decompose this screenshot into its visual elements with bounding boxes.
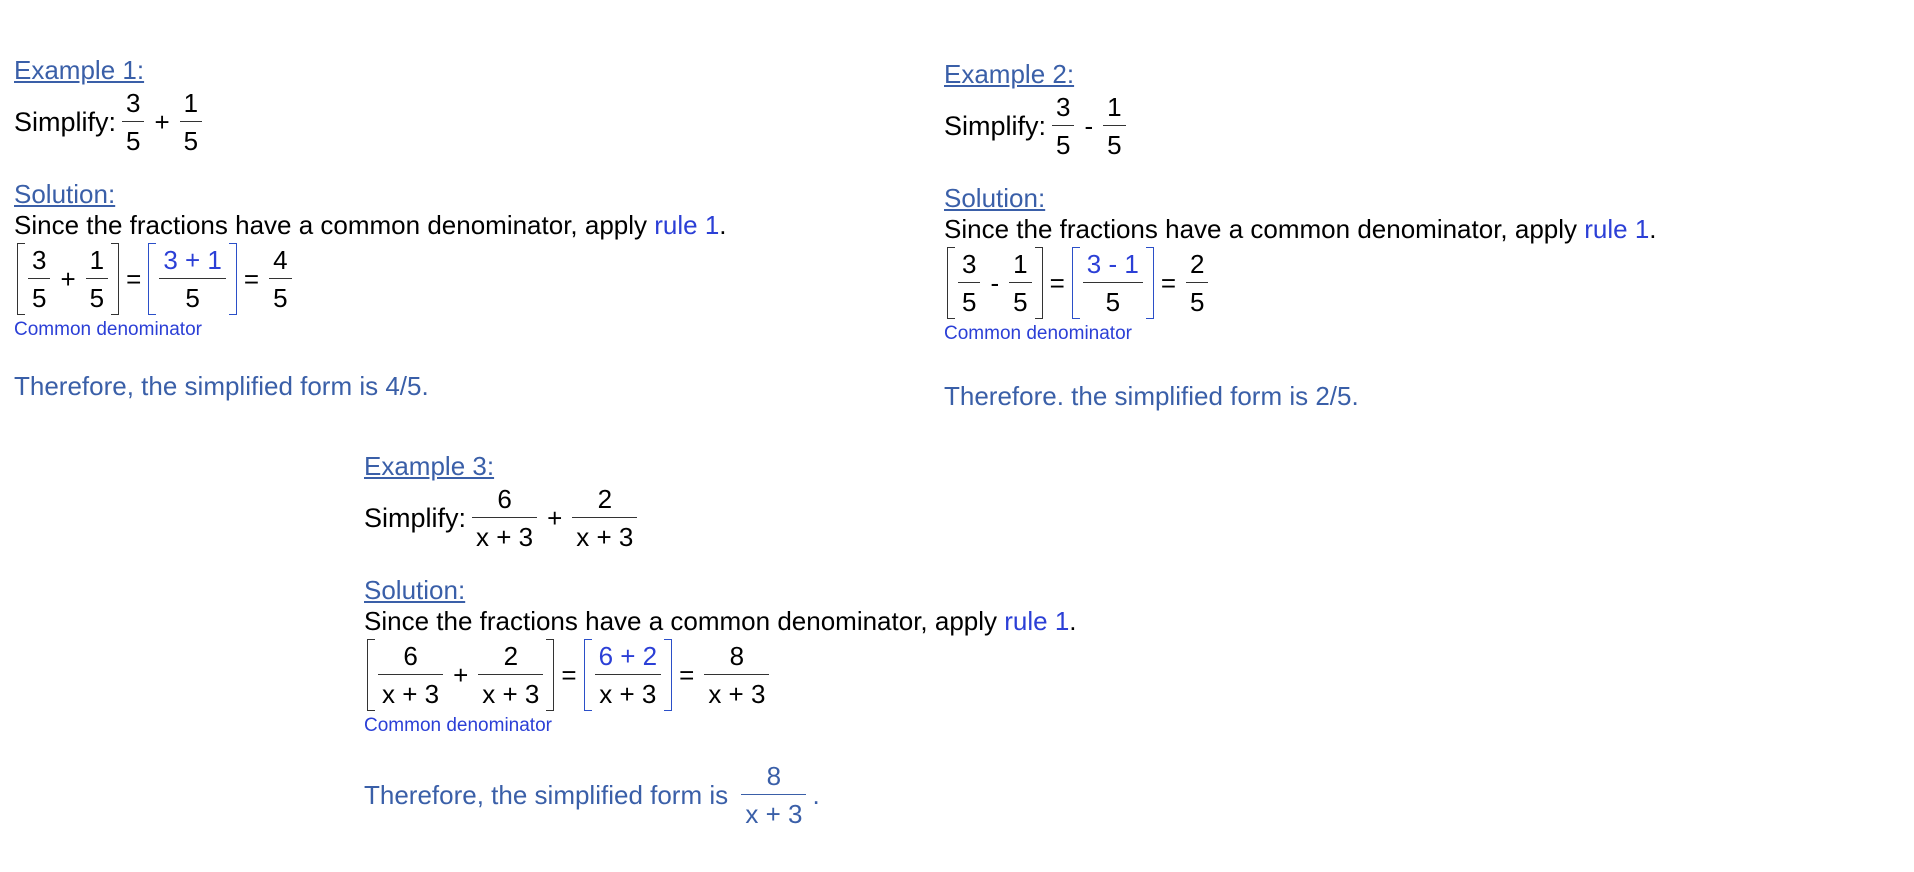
- fraction: 6x + 3: [472, 484, 538, 552]
- example-2: Example 2: Simplify: 35 - 15 Solution: S…: [944, 58, 1657, 412]
- bracket-group-highlight: 3 + 15: [148, 243, 237, 315]
- example-heading: Example 1:: [14, 55, 145, 85]
- fraction: 3 - 15: [1082, 249, 1143, 317]
- fraction: 35: [1052, 92, 1075, 160]
- fraction: 35: [958, 249, 981, 317]
- fraction: 8x + 3: [741, 761, 807, 829]
- fraction: 6x + 3: [378, 641, 444, 709]
- example-heading: Example 2:: [944, 59, 1075, 89]
- fraction: 45: [269, 245, 292, 313]
- solution-heading: Solution:: [944, 183, 1046, 213]
- example-3: Example 3: Simplify: 6x + 3 + 2x + 3 Sol…: [364, 450, 1077, 829]
- fraction: 15: [179, 88, 203, 156]
- explanation: Since the fractions have a common denomi…: [364, 606, 1077, 637]
- rule-link[interactable]: rule 1: [1584, 214, 1649, 245]
- fraction: 8x + 3: [704, 641, 770, 709]
- problem-line: Simplify: 35 - 15: [944, 92, 1657, 160]
- fraction: 15: [85, 245, 109, 313]
- rule-link[interactable]: rule 1: [654, 210, 719, 241]
- equals-sign: =: [1049, 267, 1065, 298]
- fraction: 35: [28, 245, 51, 313]
- problem-line: Simplify: 35 + 15: [14, 88, 727, 156]
- conclusion: Therefore, the simplified form is 8x + 3…: [364, 761, 820, 829]
- equals-sign: =: [1160, 267, 1177, 298]
- fraction: 25: [1186, 249, 1209, 317]
- equals-sign: =: [561, 659, 577, 690]
- bracket-group: 6x + 3 + 2x + 3: [367, 639, 555, 711]
- annotation: Common denominator: [944, 323, 1132, 344]
- bracket-group: 35 + 15: [17, 243, 120, 315]
- equals-sign: =: [126, 263, 142, 294]
- fraction: 35: [122, 88, 145, 156]
- annotation: Common denominator: [364, 715, 552, 736]
- problem-line: Simplify: 6x + 3 + 2x + 3: [364, 484, 1077, 552]
- solution-heading: Solution:: [14, 179, 116, 209]
- rule-link[interactable]: rule 1: [1004, 606, 1069, 637]
- equals-sign: =: [243, 263, 260, 294]
- operator: +: [453, 659, 469, 690]
- operator: -: [990, 267, 1000, 298]
- explanation: Since the fractions have a common denomi…: [14, 210, 727, 241]
- bracket-group-highlight: 3 - 15: [1071, 247, 1154, 319]
- fraction: 6 + 2x + 3: [594, 641, 662, 709]
- simplify-label: Simplify:: [944, 110, 1047, 141]
- fraction: 2x + 3: [478, 641, 544, 709]
- work-line: 35 + 15 = 3 + 15 = 45: [14, 243, 727, 315]
- explanation: Since the fractions have a common denomi…: [944, 214, 1657, 245]
- bracket-group-highlight: 6 + 2x + 3: [583, 639, 673, 711]
- conclusion: Therefore, the simplified form is 4/5.: [14, 371, 429, 401]
- operator: -: [1084, 110, 1094, 141]
- solution-heading: Solution:: [364, 575, 466, 605]
- fraction: 15: [1103, 92, 1126, 160]
- example-1: Example 1: Simplify: 35 + 15 Solution: S…: [14, 54, 727, 402]
- equals-sign: =: [679, 659, 695, 690]
- operator: +: [154, 106, 170, 137]
- work-line: 35 - 15 = 3 - 15 = 25: [944, 247, 1657, 319]
- bracket-group: 35 - 15: [947, 247, 1043, 319]
- annotation: Common denominator: [14, 319, 202, 340]
- simplify-label: Simplify:: [14, 106, 117, 137]
- fraction: 2x + 3: [572, 484, 638, 552]
- conclusion: Therefore. the simplified form is 2/5.: [944, 381, 1359, 411]
- operator: +: [547, 502, 563, 533]
- work-line: 6x + 3 + 2x + 3 = 6 + 2x + 3 = 8x + 3: [364, 639, 1077, 711]
- fraction: 15: [1009, 249, 1032, 317]
- example-heading: Example 3:: [364, 451, 495, 481]
- fraction: 3 + 15: [159, 245, 226, 313]
- simplify-label: Simplify:: [364, 502, 467, 533]
- operator: +: [60, 263, 76, 294]
